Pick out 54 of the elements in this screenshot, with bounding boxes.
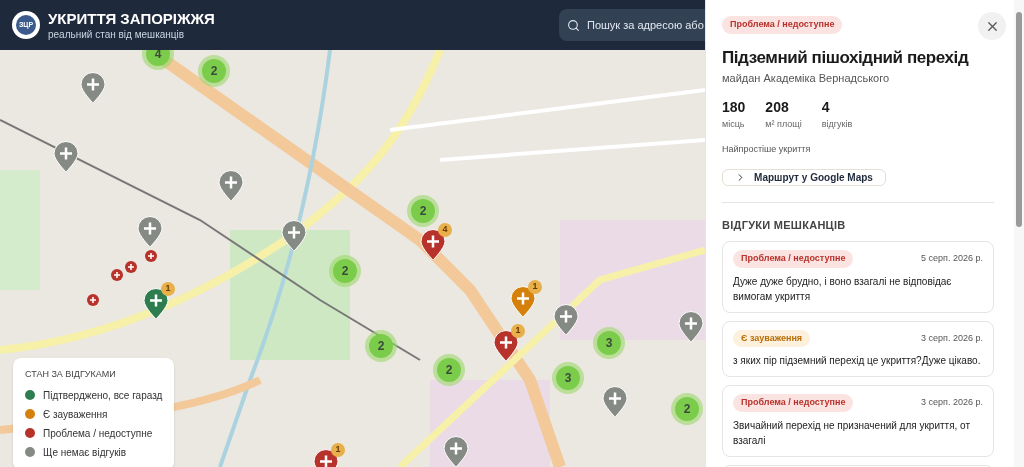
shelter-pin-icon[interactable] [553, 304, 579, 336]
shelter-pin-icon[interactable] [602, 386, 628, 418]
stat-value: 4 [821, 97, 831, 117]
cluster-marker[interactable]: 3 [593, 327, 625, 359]
shelter-pin-icon[interactable] [281, 220, 307, 252]
legend-label: Ще немає відгуків [43, 445, 127, 460]
cluster-marker[interactable]: 2 [433, 354, 465, 386]
review-date: 3 серп. 2026 р. [921, 396, 983, 409]
review-date: 3 серп. 2026 р. [921, 331, 983, 345]
cluster-marker[interactable]: 2 [671, 393, 703, 425]
stat-label: місць [722, 117, 746, 131]
shelter-address: майдан Академіка Вернадського [722, 71, 891, 86]
status-badge: Є зауваження [733, 329, 811, 347]
small-shelter-dot-icon[interactable] [87, 294, 99, 306]
stat-value: 180 [722, 97, 746, 117]
cluster-marker[interactable]: 2 [198, 55, 230, 87]
small-shelter-dot-icon[interactable] [145, 250, 157, 262]
review-text: з яких пір підземний перехід це укриття?Дуже цікаво. [733, 354, 982, 368]
legend-title: СТАН ЗА ВІДГУКАМИ [25, 368, 117, 381]
shelter-pin-icon[interactable] [137, 216, 163, 248]
search-field[interactable]: Пошук за адресою або [559, 9, 705, 41]
cluster-marker[interactable]: 2 [407, 195, 439, 227]
status-badge: Проблема / недоступне [733, 250, 854, 268]
stat-value: 208 [765, 97, 790, 117]
search-icon [567, 18, 580, 32]
status-badge: Проблема / недоступне [733, 394, 854, 412]
cluster-marker[interactable]: 4 [142, 50, 174, 70]
legend-label: Є зауваження [43, 407, 108, 422]
legend-label: Проблема / недоступне [43, 426, 153, 441]
status-badge: Проблема / недоступне [722, 16, 843, 34]
small-shelter-dot-icon[interactable] [125, 261, 137, 273]
section-heading: ВІДГУКИ МЕШКАНЦІВ [722, 217, 847, 233]
shelter-pin-icon[interactable] [443, 436, 469, 467]
review-date: 5 серп. 2026 р. [921, 252, 983, 265]
stat-label: м² площі [765, 117, 802, 131]
app-subtitle: реальний стан від мешканців [48, 29, 186, 41]
shelter-title: Підземний пішохідний перехід [722, 47, 970, 69]
route-button[interactable]: Маршрут у Google Maps [722, 168, 886, 186]
scrollbar[interactable] [1014, 0, 1024, 467]
cluster-marker[interactable]: 2 [329, 255, 361, 287]
shelter-pin-icon[interactable] [678, 311, 704, 343]
shelter-pin-icon[interactable] [218, 170, 244, 202]
review-text: Дуже дуже брудно, і воно взагалі не відповідає вимогам укриття [733, 274, 953, 304]
cluster-marker[interactable]: 3 [552, 362, 584, 394]
shelter-type: Найпростіше укриття [722, 143, 812, 156]
cluster-marker[interactable]: 2 [365, 330, 397, 362]
shelter-pin-icon[interactable] [80, 72, 106, 104]
close-button[interactable] [978, 12, 1006, 40]
app-title: УКРИТТЯ ЗАПОРІЖЖЯ [48, 9, 215, 29]
shelter-pin-icon[interactable] [53, 141, 79, 173]
small-shelter-dot-icon[interactable] [111, 269, 123, 281]
stat-label: відгуків [821, 117, 853, 131]
legend-label: Підтверджено, все гаразд [43, 388, 163, 403]
review-text: Звичайний перехід не призначений для укриття, от взагалі [733, 418, 972, 448]
